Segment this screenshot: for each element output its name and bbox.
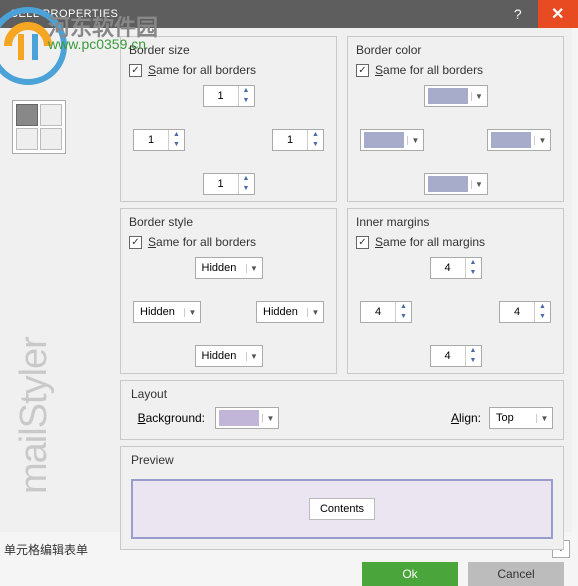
inner-margins-same-checkbox[interactable]: ✓ bbox=[356, 236, 369, 249]
border-size-panel: Border size ✓ Same for all borders ▲▼ ▲▼… bbox=[120, 36, 337, 202]
cell-selector-sidebar bbox=[8, 60, 118, 154]
inner-margins-same-label: Same for all margins bbox=[375, 235, 485, 249]
color-swatch bbox=[219, 410, 259, 426]
cell-picker-cell-4[interactable] bbox=[40, 128, 62, 150]
cell-picker-cell-1[interactable] bbox=[16, 104, 38, 126]
border-size-same-label: Same for all borders bbox=[148, 63, 256, 77]
cancel-button[interactable]: Cancel bbox=[468, 562, 564, 586]
border-color-bottom-picker[interactable]: ▼ bbox=[424, 173, 488, 195]
border-size-top-input[interactable]: ▲▼ bbox=[203, 85, 255, 107]
border-size-title: Border size bbox=[129, 43, 328, 57]
border-color-top-picker[interactable]: ▼ bbox=[424, 85, 488, 107]
border-color-panel: Border color ✓ Same for all borders ▼ ▼ … bbox=[347, 36, 564, 202]
chevron-down-icon: ▼ bbox=[471, 92, 487, 101]
border-color-same-label: Same for all borders bbox=[375, 63, 483, 77]
preview-title: Preview bbox=[131, 453, 553, 467]
watermark-side-text: mailStyler bbox=[13, 337, 56, 494]
footer-text: 单元格编辑表单 bbox=[4, 541, 88, 558]
window-title: CELL PROPERTIES bbox=[10, 8, 118, 20]
titlebar: CELL PROPERTIES ? ✕ bbox=[0, 0, 578, 28]
cell-picker-cell-3[interactable] bbox=[16, 128, 38, 150]
border-style-bottom-combo[interactable]: Hidden▼ bbox=[195, 345, 263, 367]
background-color-picker[interactable]: ▼ bbox=[215, 407, 279, 429]
close-icon: ✕ bbox=[551, 4, 565, 24]
border-style-right-combo[interactable]: Hidden▼ bbox=[256, 301, 324, 323]
preview-box: Contents bbox=[131, 479, 553, 539]
help-button[interactable]: ? bbox=[498, 0, 538, 28]
cell-picker-cell-2[interactable] bbox=[40, 104, 62, 126]
border-style-title: Border style bbox=[129, 215, 328, 229]
border-size-left-input[interactable]: ▲▼ bbox=[133, 129, 185, 151]
margin-left-input[interactable]: ▲▼ bbox=[360, 301, 412, 323]
border-size-right-input[interactable]: ▲▼ bbox=[272, 129, 324, 151]
spin-down-icon[interactable]: ▼ bbox=[239, 96, 254, 106]
border-style-left-combo[interactable]: Hidden▼ bbox=[133, 301, 201, 323]
align-combo[interactable]: Top▼ bbox=[489, 407, 553, 429]
border-size-bottom-input[interactable]: ▲▼ bbox=[203, 173, 255, 195]
chevron-down-icon: ▼ bbox=[262, 414, 278, 423]
layout-panel: Layout Background: ▼ Align: Top▼ bbox=[120, 380, 564, 440]
ok-button[interactable]: Ok bbox=[362, 562, 458, 586]
inner-margins-title: Inner margins bbox=[356, 215, 555, 229]
color-swatch bbox=[428, 88, 468, 104]
border-color-right-picker[interactable]: ▼ bbox=[487, 129, 551, 151]
border-style-same-checkbox[interactable]: ✓ bbox=[129, 236, 142, 249]
border-style-panel: Border style ✓ Same for all borders Hidd… bbox=[120, 208, 337, 374]
margin-bottom-input[interactable]: ▲▼ bbox=[430, 345, 482, 367]
layout-title: Layout bbox=[131, 387, 553, 401]
chevron-down-icon: ▼ bbox=[246, 264, 262, 273]
preview-panel: Preview Contents bbox=[120, 446, 564, 550]
margin-top-input[interactable]: ▲▼ bbox=[430, 257, 482, 279]
inner-margins-panel: Inner margins ✓ Same for all margins ▲▼ … bbox=[347, 208, 564, 374]
margin-right-input[interactable]: ▲▼ bbox=[499, 301, 551, 323]
border-size-same-checkbox[interactable]: ✓ bbox=[129, 64, 142, 77]
spin-up-icon[interactable]: ▲ bbox=[239, 86, 254, 96]
border-style-top-combo[interactable]: Hidden▼ bbox=[195, 257, 263, 279]
align-label: Align: bbox=[451, 411, 481, 425]
border-color-title: Border color bbox=[356, 43, 555, 57]
border-color-left-picker[interactable]: ▼ bbox=[360, 129, 424, 151]
cell-picker[interactable] bbox=[12, 100, 66, 154]
close-button[interactable]: ✕ bbox=[538, 0, 578, 28]
background-label: Background: bbox=[131, 411, 205, 425]
border-style-same-label: Same for all borders bbox=[148, 235, 256, 249]
preview-contents-cell: Contents bbox=[309, 498, 375, 520]
chevron-down-icon: ▼ bbox=[536, 414, 552, 423]
border-color-same-checkbox[interactable]: ✓ bbox=[356, 64, 369, 77]
